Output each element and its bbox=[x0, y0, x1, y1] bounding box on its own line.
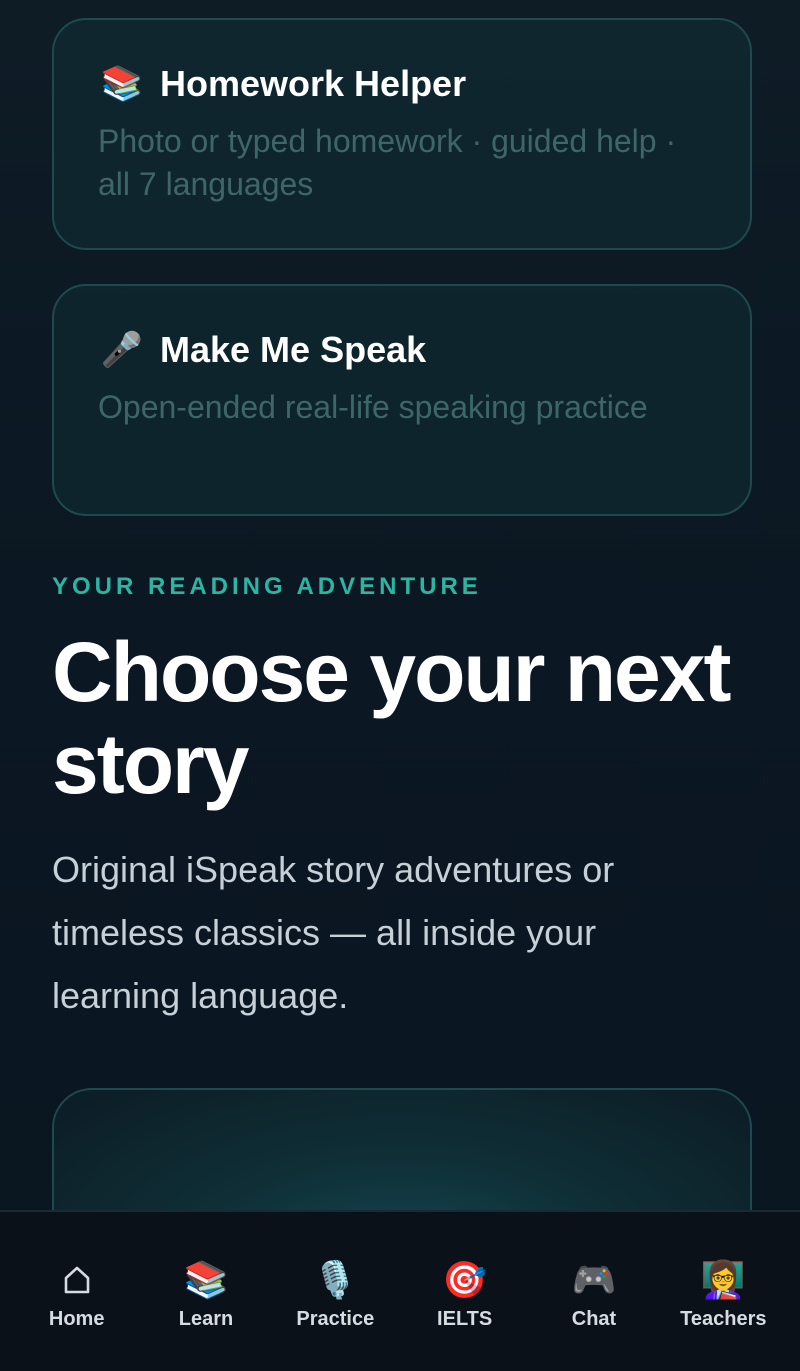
nav-item-chat[interactable]: 🎮 Chat bbox=[529, 1212, 658, 1371]
homework-helper-card[interactable]: 📚 Homework Helper Photo or typed homewor… bbox=[52, 18, 752, 250]
target-icon: 🎯 bbox=[442, 1259, 488, 1300]
card-title: 🎤 Make Me Speak bbox=[98, 328, 706, 372]
game-controller-icon: 🎮 bbox=[571, 1259, 617, 1300]
nav-label: Home bbox=[48, 1308, 105, 1330]
section-subtitle: Original iSpeak story adventures or time… bbox=[52, 849, 615, 1016]
card-description: Photo or typed homework · guided help · … bbox=[98, 123, 677, 202]
nav-item-learn[interactable]: 📚 Learn bbox=[141, 1212, 270, 1371]
teacher-icon: 👩‍🏫 bbox=[700, 1259, 746, 1300]
make-me-speak-card[interactable]: 🎤 Make Me Speak Open-ended real-life spe… bbox=[52, 284, 752, 516]
card-title-text: Homework Helper bbox=[160, 63, 467, 104]
nav-label: Learn bbox=[178, 1308, 234, 1330]
nav-item-ielts[interactable]: 🎯 IELTS bbox=[400, 1212, 529, 1371]
card-description: Open-ended real-life speaking practice bbox=[98, 389, 648, 425]
nav-item-teachers[interactable]: 👩‍🏫 Teachers bbox=[659, 1212, 788, 1371]
section-title: Choose your next story bbox=[52, 625, 731, 811]
books-icon: 📚 bbox=[183, 1259, 229, 1300]
nav-label: Practice bbox=[296, 1308, 375, 1330]
books-icon: 📚 bbox=[100, 65, 144, 103]
app-screen: 📚 Homework Helper Photo or typed homewor… bbox=[0, 0, 800, 1371]
card-title: 📚 Homework Helper bbox=[98, 62, 706, 106]
card-title-text: Make Me Speak bbox=[160, 329, 427, 370]
nav-label: Teachers bbox=[680, 1308, 767, 1330]
nav-item-practice[interactable]: 🎙️ Practice bbox=[271, 1212, 400, 1371]
bottom-nav: Home 📚 Learn 🎙️ Practice 🎯 IELTS 🎮 Chat … bbox=[0, 1210, 800, 1371]
section-eyebrow: YOUR READING ADVENTURE bbox=[52, 573, 482, 600]
microphone-icon: 🎤 bbox=[100, 331, 144, 369]
nav-item-home[interactable]: Home bbox=[12, 1212, 141, 1371]
studio-microphone-icon: 🎙️ bbox=[312, 1259, 358, 1300]
nav-label: IELTS bbox=[437, 1308, 493, 1330]
nav-label: Chat bbox=[571, 1308, 617, 1330]
home-icon bbox=[63, 1258, 91, 1302]
